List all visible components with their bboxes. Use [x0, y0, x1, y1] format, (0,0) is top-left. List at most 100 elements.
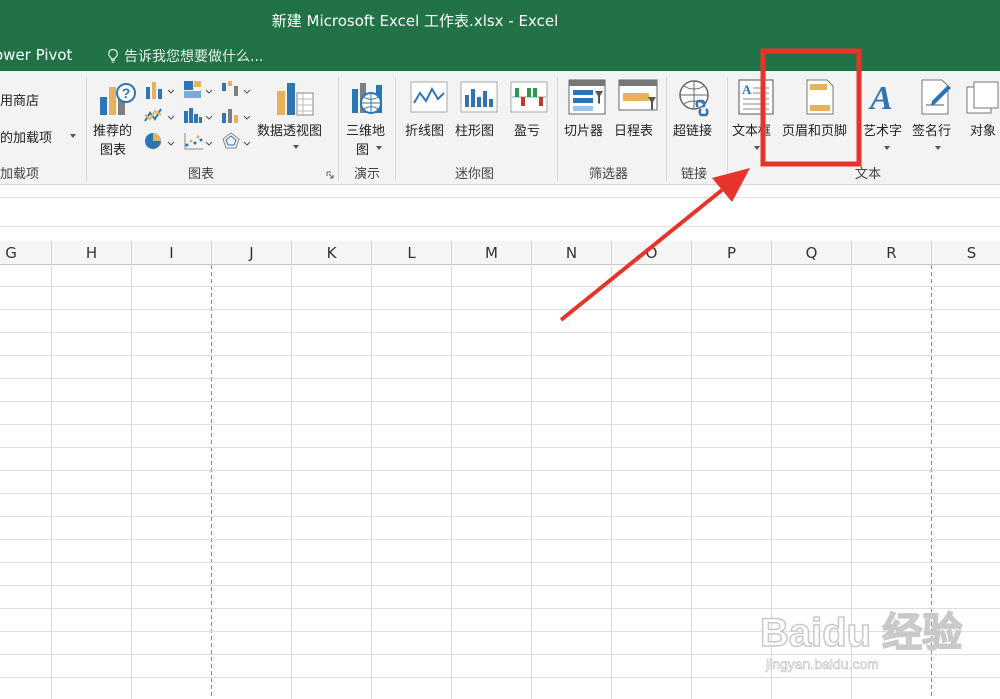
- signature-line-button[interactable]: 签名行: [912, 120, 951, 139]
- textbox-icon[interactable]: A: [738, 79, 774, 115]
- grid-line: [691, 265, 692, 699]
- sparkline-column-icon[interactable]: [460, 81, 498, 113]
- grid-line: [0, 539, 1000, 540]
- hyperlink-icon[interactable]: [676, 79, 716, 117]
- column-header-n[interactable]: N: [532, 241, 612, 265]
- chevron-down-icon[interactable]: [293, 145, 299, 149]
- grid-line: [0, 470, 1000, 471]
- column-headers: G H I J K L M N O P Q R S: [0, 241, 1000, 265]
- hierarchy-chart-icon: [184, 81, 213, 98]
- header-footer-icon[interactable]: [806, 79, 834, 115]
- column-header-s[interactable]: S: [932, 241, 1000, 265]
- 3d-map-label-2[interactable]: 图: [356, 139, 369, 158]
- column-header-i[interactable]: I: [132, 241, 212, 265]
- waterfall-chart-icon: [222, 81, 251, 96]
- group-separator: [338, 77, 339, 181]
- ribbon-tab-bar: ower Pivot 告诉我您想要做什么...: [0, 40, 1000, 71]
- column-header-p[interactable]: P: [692, 241, 772, 265]
- store-button[interactable]: 用商店: [0, 90, 39, 109]
- sparkline-column-button[interactable]: 柱形图: [455, 120, 494, 139]
- chevron-down-icon[interactable]: [884, 146, 890, 150]
- group-label-text: 文本: [855, 167, 882, 182]
- column-header-o[interactable]: O: [612, 241, 692, 265]
- tell-me-search[interactable]: 告诉我您想要做什么...: [106, 46, 263, 66]
- page-break-line: [211, 265, 212, 699]
- slicer-button[interactable]: 切片器: [564, 120, 603, 139]
- hyperlink-button[interactable]: 超链接: [673, 120, 712, 139]
- grid-line: [611, 265, 612, 699]
- grid-line: [51, 265, 52, 699]
- statistic-chart-icon: [184, 108, 213, 123]
- object-icon[interactable]: [966, 81, 1000, 115]
- column-header-q[interactable]: Q: [772, 241, 852, 265]
- recommended-charts-label-1: 推荐的: [93, 124, 133, 139]
- column-header-r[interactable]: R: [852, 241, 932, 265]
- group-separator: [86, 77, 87, 181]
- column-chart-icon: [146, 82, 175, 99]
- textbox-button[interactable]: 文本框: [732, 120, 771, 139]
- 3d-map-label-1[interactable]: 三维地: [346, 120, 385, 139]
- grid-line: [0, 355, 1000, 356]
- grid-line: [0, 493, 1000, 494]
- chevron-down-icon[interactable]: [70, 134, 76, 138]
- svg-text:?: ?: [122, 85, 131, 101]
- object-button[interactable]: 对象: [970, 120, 996, 139]
- grid-line: [0, 585, 1000, 586]
- group-label-charts: 图表: [188, 167, 215, 182]
- column-header-m[interactable]: M: [452, 241, 532, 265]
- wordart-icon[interactable]: A: [868, 79, 900, 115]
- radar-chart-icon: [222, 132, 251, 149]
- chevron-down-icon[interactable]: [754, 146, 760, 150]
- signature-line-icon[interactable]: [920, 79, 956, 115]
- slicer-icon[interactable]: [568, 79, 606, 115]
- grid-line: [371, 265, 372, 699]
- grid-line: [0, 562, 1000, 563]
- tab-power-pivot[interactable]: ower Pivot: [0, 46, 72, 64]
- tell-me-text: 告诉我您想要做什么...: [124, 49, 264, 65]
- group-label-sparklines: 迷你图: [455, 167, 495, 182]
- sparkline-line-icon[interactable]: [410, 81, 448, 113]
- lightbulb-icon: [108, 48, 118, 63]
- wordart-button[interactable]: 艺术字: [863, 120, 902, 139]
- chevron-down-icon[interactable]: [935, 146, 941, 150]
- chevron-down-icon[interactable]: [376, 146, 382, 150]
- column-header-h[interactable]: H: [52, 241, 132, 265]
- formula-bar[interactable]: [0, 197, 1000, 227]
- group-separator: [727, 77, 728, 181]
- recommended-charts-label-2: 图表: [100, 143, 127, 158]
- 3d-map-icon[interactable]: [350, 79, 388, 119]
- column-header-l[interactable]: L: [372, 241, 452, 265]
- column-header-j[interactable]: J: [212, 241, 292, 265]
- group-separator: [666, 77, 667, 181]
- dialog-launcher-icon[interactable]: [326, 171, 334, 179]
- my-addins-button[interactable]: 的加载项: [0, 127, 52, 146]
- timeline-icon[interactable]: [618, 79, 658, 115]
- group-separator: [557, 77, 558, 181]
- pivot-chart-button[interactable]: 数据透视图: [257, 120, 322, 139]
- chart-type-icons[interactable]: [144, 79, 272, 155]
- column-header-g[interactable]: G: [0, 241, 52, 265]
- group-label-tours: 演示: [354, 167, 381, 182]
- recommended-charts-icon[interactable]: ?: [98, 79, 136, 119]
- header-footer-button[interactable]: 页眉和页脚: [782, 120, 847, 139]
- ribbon-insert: 用商店 的加载项 加载项 ? 推荐的 图表 数据透视图 图表 三维地 图 演示 …: [0, 71, 1000, 185]
- title-bar: 新建 Microsoft Excel 工作表.xlsx - Excel: [0, 0, 1000, 40]
- grid-line: [0, 332, 1000, 333]
- grid-line: [0, 286, 1000, 287]
- line-chart-icon: [144, 108, 175, 122]
- column-header-k[interactable]: K: [292, 241, 372, 265]
- grid-line: [531, 265, 532, 699]
- scatter-chart-icon: [184, 133, 213, 150]
- baidu-watermark: Baidu 经验 jingyan.baidu.com: [759, 590, 1000, 690]
- grid-line: [131, 265, 132, 699]
- sparkline-winloss-button[interactable]: 盈亏: [514, 120, 540, 139]
- group-separator: [395, 77, 396, 181]
- sparkline-winloss-icon[interactable]: [510, 81, 548, 113]
- combo-chart-icon: [222, 109, 251, 123]
- timeline-button[interactable]: 日程表: [614, 120, 653, 139]
- sparkline-line-button[interactable]: 折线图: [405, 120, 444, 139]
- window-title: 新建 Microsoft Excel 工作表.xlsx - Excel: [271, 12, 559, 30]
- watermark-url: jingyan.baidu.com: [766, 656, 879, 673]
- pivot-chart-icon[interactable]: [275, 79, 315, 119]
- pie-chart-icon: [145, 133, 175, 149]
